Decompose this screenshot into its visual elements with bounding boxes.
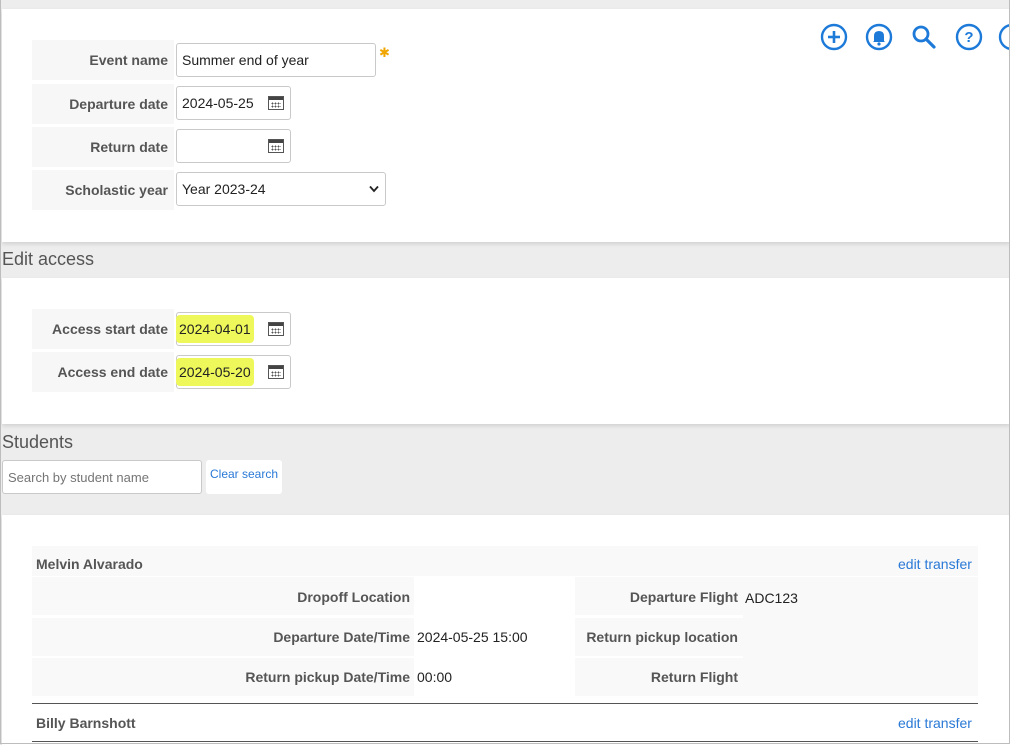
window-frame [0, 0, 1010, 744]
